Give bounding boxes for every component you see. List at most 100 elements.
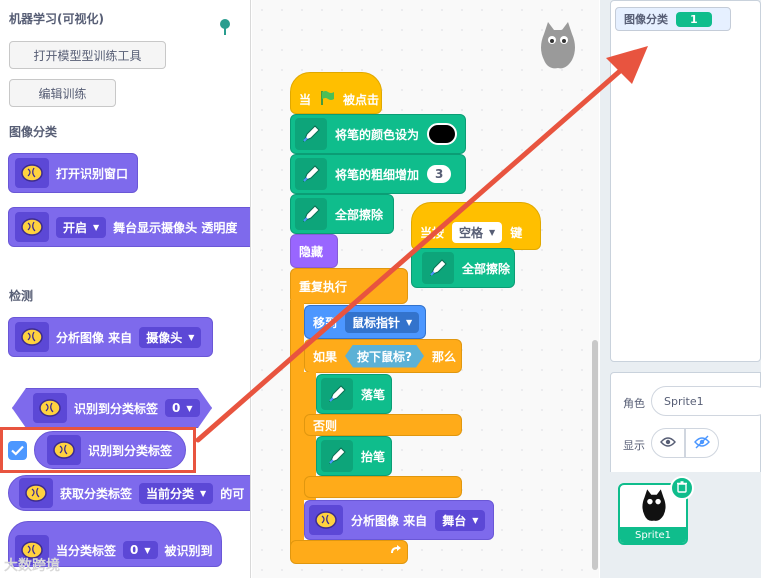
monitor-label: 图像分类 — [624, 13, 668, 26]
when-key-label: 当按 — [420, 225, 445, 240]
chevron-down-icon: ▼ — [472, 515, 479, 525]
variable-monitor[interactable]: 图像分类 1 — [615, 7, 731, 31]
watermark: 大数跨境 — [4, 558, 60, 574]
trash-icon — [676, 480, 688, 496]
change-pen-size-block[interactable]: 将笔的粗细增加 3 — [290, 154, 466, 194]
role-label: 角色 — [623, 397, 645, 410]
analyze-source-dropdown[interactable]: 摄像头 ▼ — [139, 326, 202, 348]
goto-target-dropdown[interactable]: 鼠标指针 ▼ — [345, 311, 420, 333]
green-flag-icon — [319, 90, 335, 109]
show-label: 显示 — [623, 439, 645, 452]
chevron-down-icon: ▼ — [188, 332, 195, 342]
image-section-title: 图像分类 — [9, 125, 58, 139]
chevron-down-icon: ▼ — [200, 488, 207, 498]
if-else-block[interactable]: 如果 按下鼠标? 那么 — [304, 339, 462, 373]
hat-label: 当分类标签 — [56, 543, 117, 558]
else-section: 否则 — [304, 414, 462, 436]
open-trainer-button[interactable]: 打开模型型训练工具 — [9, 41, 166, 69]
block-palette: 机器学习(可视化) 打开模型型训练工具 编辑训练 图像分类 打开识别窗口 开启 ▼… — [0, 0, 251, 578]
brain-icon — [15, 212, 49, 242]
brain-icon — [15, 322, 49, 352]
camera-block-label: 舞台显示摄像头 透明度 — [113, 220, 238, 235]
forever-arm — [290, 300, 304, 548]
brain-icon — [19, 478, 53, 508]
open-window-label: 打开识别窗口 — [56, 166, 129, 181]
set-pen-color-label: 将笔的颜色设为 — [335, 127, 420, 142]
ml-category-title: 机器学习(可视化) — [9, 12, 104, 26]
get-label-suffix: 的可 — [220, 486, 245, 501]
eye-slash-icon — [694, 435, 710, 452]
brain-icon — [309, 505, 343, 535]
eye-icon — [660, 436, 676, 451]
clear-all-label: 全部擦除 — [335, 207, 384, 222]
get-label-text: 获取分类标签 — [60, 486, 133, 501]
forever-end — [290, 540, 408, 564]
pen-up-label: 抬笔 — [361, 449, 386, 464]
hat-label-dropdown[interactable]: 0 ▼ — [123, 541, 158, 559]
script-scrollbar[interactable] — [592, 340, 598, 570]
forever-block[interactable]: 重复执行 — [290, 268, 408, 304]
analyze-stage-dropdown[interactable]: 舞台 ▼ — [435, 509, 486, 531]
key-pressed-label: 键 — [510, 225, 523, 240]
analyze-stage-block[interactable]: 分析图像 来自 舞台 ▼ — [304, 500, 494, 540]
clear-all-label-2: 全部擦除 — [462, 261, 511, 276]
cat-sprite-icon — [640, 488, 668, 525]
goto-block[interactable]: 移到 鼠标指针 ▼ — [304, 305, 426, 339]
recognized-label-block[interactable]: 识别到分类标签 0 ▼ — [12, 388, 212, 428]
highlight-box — [0, 427, 196, 473]
open-window-block[interactable]: 打开识别窗口 — [8, 153, 138, 193]
show-button[interactable] — [651, 428, 685, 458]
get-label-dropdown[interactable]: 当前分类 ▼ — [139, 482, 214, 504]
brain-icon — [15, 158, 49, 188]
stage[interactable] — [610, 0, 761, 362]
delete-sprite-button[interactable] — [670, 476, 694, 500]
else-label: 否则 — [313, 418, 338, 433]
if-else-end — [304, 476, 462, 498]
color-swatch[interactable] — [427, 123, 458, 145]
chevron-down-icon: ▼ — [186, 403, 193, 413]
pin-icon[interactable] — [218, 18, 232, 39]
if-label: 如果 — [313, 349, 338, 364]
analyze-stage-label: 分析图像 来自 — [351, 513, 428, 528]
chevron-down-icon: ▼ — [489, 227, 496, 237]
when-flag-clicked-block[interactable]: 当 被点击 — [290, 72, 382, 114]
set-pen-color-block[interactable]: 将笔的颜色设为 — [290, 114, 466, 154]
loop-arrow-icon — [389, 545, 403, 562]
camera-toggle-dropdown[interactable]: 开启 ▼ — [56, 216, 107, 238]
pen-size-input[interactable]: 3 — [427, 165, 452, 183]
when-key-pressed-block[interactable]: 当按 空格 ▼ 键 — [411, 202, 541, 250]
get-label-block[interactable]: 获取分类标签 当前分类 ▼ 的可 — [8, 475, 250, 511]
brain-icon — [33, 393, 67, 423]
then-label: 那么 — [431, 349, 456, 364]
pen-icon — [321, 378, 353, 410]
hide-block[interactable]: 隐藏 — [290, 234, 338, 268]
edit-training-button[interactable]: 编辑训练 — [9, 79, 116, 107]
clear-all-block[interactable]: 全部擦除 — [290, 194, 394, 234]
pen-icon — [422, 252, 454, 284]
change-pen-size-label: 将笔的粗细增加 — [335, 167, 420, 182]
pen-down-block[interactable]: 落笔 — [316, 374, 392, 414]
forever-label: 重复执行 — [299, 279, 348, 294]
goto-label: 移到 — [313, 315, 338, 330]
analyze-camera-block[interactable]: 分析图像 来自 摄像头 ▼ — [8, 317, 213, 357]
hide-button[interactable] — [685, 428, 719, 458]
pen-up-block[interactable]: 抬笔 — [316, 436, 392, 476]
clear-all-block-2[interactable]: 全部擦除 — [411, 248, 515, 288]
sprite-card-name: Sprite1 — [620, 527, 686, 543]
mouse-down-condition[interactable]: 按下鼠标? — [345, 345, 424, 368]
when-label: 当 — [299, 92, 312, 107]
flag-clicked-label: 被点击 — [343, 92, 380, 107]
camera-block[interactable]: 开启 ▼ 舞台显示摄像头 透明度 — [8, 207, 250, 247]
hat-suffix: 被识别到 — [164, 543, 213, 558]
recognized-label-text: 识别到分类标签 — [74, 401, 159, 416]
hide-label: 隐藏 — [299, 244, 324, 259]
sprite-name-input[interactable]: Sprite1 — [651, 386, 761, 416]
key-dropdown[interactable]: 空格 ▼ — [452, 221, 503, 243]
pen-icon — [295, 158, 327, 190]
label-index-dropdown[interactable]: 0 ▼ — [165, 399, 200, 417]
pen-icon — [321, 440, 353, 472]
chevron-down-icon: ▼ — [406, 317, 413, 327]
monitor-value: 1 — [676, 11, 712, 27]
cat-ghost-icon — [538, 20, 578, 73]
chevron-down-icon: ▼ — [144, 545, 151, 555]
